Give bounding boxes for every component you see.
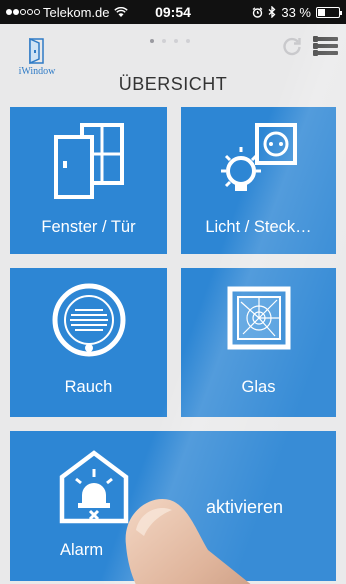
- page-dot[interactable]: [186, 39, 190, 43]
- tile-label: Licht / Steck…: [205, 218, 312, 236]
- signal-strength-icon: [6, 9, 40, 15]
- bluetooth-icon: [268, 6, 276, 18]
- smoke-detector-icon: [52, 283, 126, 357]
- status-bar: Telekom.de 09:54 33 %: [0, 0, 346, 24]
- tile-label: Glas: [241, 378, 276, 396]
- tile-licht-steckdose[interactable]: Licht / Steck…: [181, 107, 336, 254]
- door-window-icon: [54, 123, 124, 199]
- menu-icon[interactable]: [313, 36, 338, 56]
- tile-label: Alarm: [60, 541, 104, 559]
- page-dot[interactable]: [162, 39, 166, 43]
- tile-label: Fenster / Tür: [41, 218, 136, 236]
- alarm-house-icon: [59, 450, 129, 524]
- broken-glass-icon: [227, 286, 291, 350]
- page-title: ÜBERSICHT: [118, 74, 228, 94]
- page-dot[interactable]: [174, 39, 178, 43]
- page-dot[interactable]: [150, 39, 154, 43]
- tile-fenster-tuer[interactable]: Fenster / Tür: [10, 107, 167, 254]
- carrier-name: Telekom.de: [43, 4, 110, 20]
- tile-alarm[interactable]: Alarm aktivieren: [10, 431, 336, 581]
- battery-icon: [316, 6, 342, 18]
- battery-percent: 33 %: [281, 4, 311, 20]
- app-header: iWindow ÜBERSICHT: [0, 24, 346, 106]
- window-logo-icon: [29, 38, 44, 64]
- light-socket-icon: [221, 123, 297, 191]
- app-logo: iWindow: [10, 38, 64, 77]
- tile-rauch[interactable]: Rauch: [10, 268, 167, 417]
- activate-button[interactable]: aktivieren: [206, 497, 283, 518]
- refresh-icon[interactable]: [282, 36, 302, 56]
- wifi-icon: [114, 6, 129, 17]
- tile-glas[interactable]: Glas: [181, 268, 336, 417]
- tile-label: Rauch: [64, 378, 113, 396]
- alarm-clock-icon: [252, 6, 263, 18]
- page-indicator[interactable]: [150, 39, 190, 43]
